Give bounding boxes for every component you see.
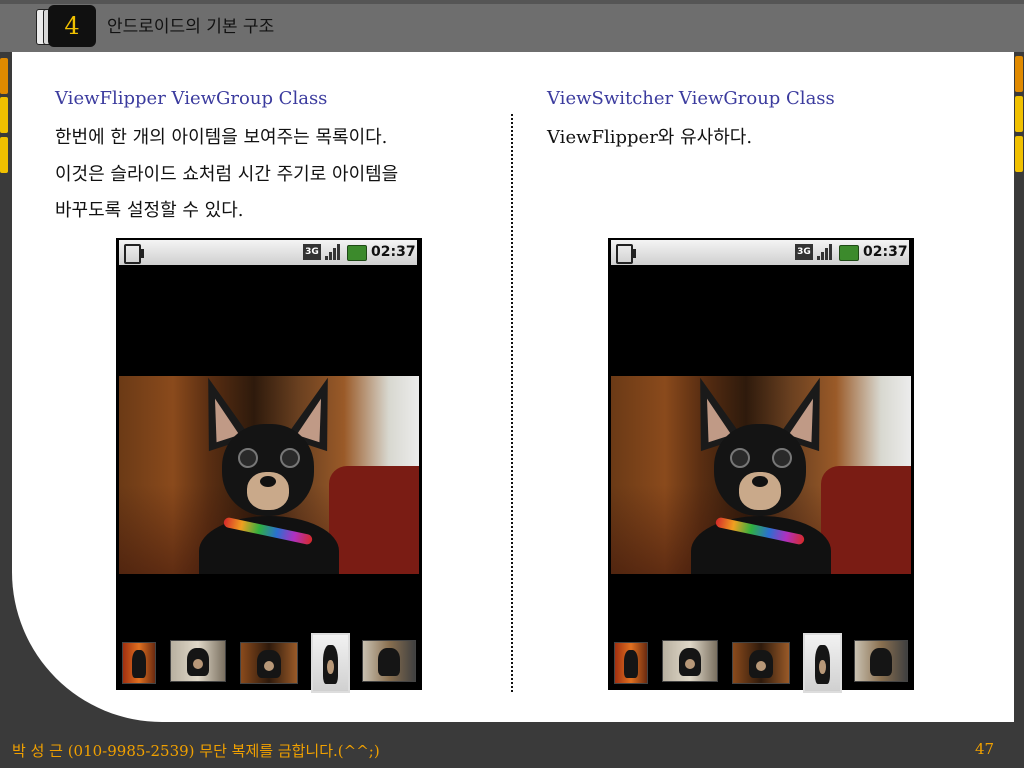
sd-card-icon <box>616 244 636 264</box>
right-accent-orange <box>1015 56 1023 92</box>
left-body-line: 이것은 슬라이드 쇼처럼 시간 주기로 아이템을 <box>55 164 399 185</box>
network-3g-icon: 3G <box>303 244 321 260</box>
footer-copyright: 박 성 근 (010-9985-2539) 무단 복제를 금합니다.(^^;) <box>12 742 380 760</box>
thumbnail-image[interactable] <box>122 642 156 684</box>
right-body-line: ViewFlipper와 유사하다. <box>547 127 753 148</box>
right-heading: ViewSwitcher ViewGroup Class <box>547 88 835 109</box>
thumbnail-image[interactable] <box>362 640 416 682</box>
header-bar: 4 안드로이드의 기본 구조 <box>0 0 1024 52</box>
thumbnail-image[interactable] <box>614 642 648 684</box>
page-title: 안드로이드의 기본 구조 <box>107 17 275 37</box>
left-heading: ViewFlipper ViewGroup Class <box>55 88 328 109</box>
left-body-line: 한번에 한 개의 아이템을 보여주는 목록이다. <box>55 127 388 148</box>
page-number: 47 <box>975 740 995 758</box>
sd-card-icon <box>124 244 144 264</box>
left-accent-yellow <box>0 137 8 173</box>
thumbnail-image[interactable] <box>240 642 298 684</box>
right-accent-yellow <box>1015 136 1023 172</box>
thumbnail-image[interactable] <box>732 642 790 684</box>
left-body-line: 바꾸도록 설정할 수 있다. <box>55 200 244 221</box>
thumbnail-image[interactable] <box>170 640 226 682</box>
viewflipper-phone-screenshot: 3G 02:37 <box>116 238 422 693</box>
thumbnail-image-selected[interactable] <box>803 633 842 693</box>
column-divider <box>511 114 513 692</box>
status-time: 02:37 <box>371 244 416 260</box>
section-number: 4 <box>48 5 96 47</box>
thumbnail-image-selected[interactable] <box>311 633 350 693</box>
status-time: 02:37 <box>863 244 908 260</box>
left-accent-yellow <box>0 97 8 133</box>
signal-icon <box>817 244 835 260</box>
thumbnail-image[interactable] <box>854 640 908 682</box>
dog-photo <box>611 376 911 574</box>
status-bar: 3G 02:37 <box>611 240 909 265</box>
left-accent-orange <box>0 58 8 94</box>
network-3g-icon: 3G <box>795 244 813 260</box>
dog-photo <box>119 376 419 574</box>
battery-icon <box>839 245 859 261</box>
status-bar: 3G 02:37 <box>119 240 417 265</box>
battery-icon <box>347 245 367 261</box>
viewswitcher-phone-screenshot: 3G 02:37 <box>608 238 914 693</box>
thumbnail-image[interactable] <box>662 640 718 682</box>
signal-icon <box>325 244 343 260</box>
right-accent-yellow <box>1015 96 1023 132</box>
section-badge: 4 <box>36 5 98 47</box>
header-strip <box>0 0 1024 4</box>
